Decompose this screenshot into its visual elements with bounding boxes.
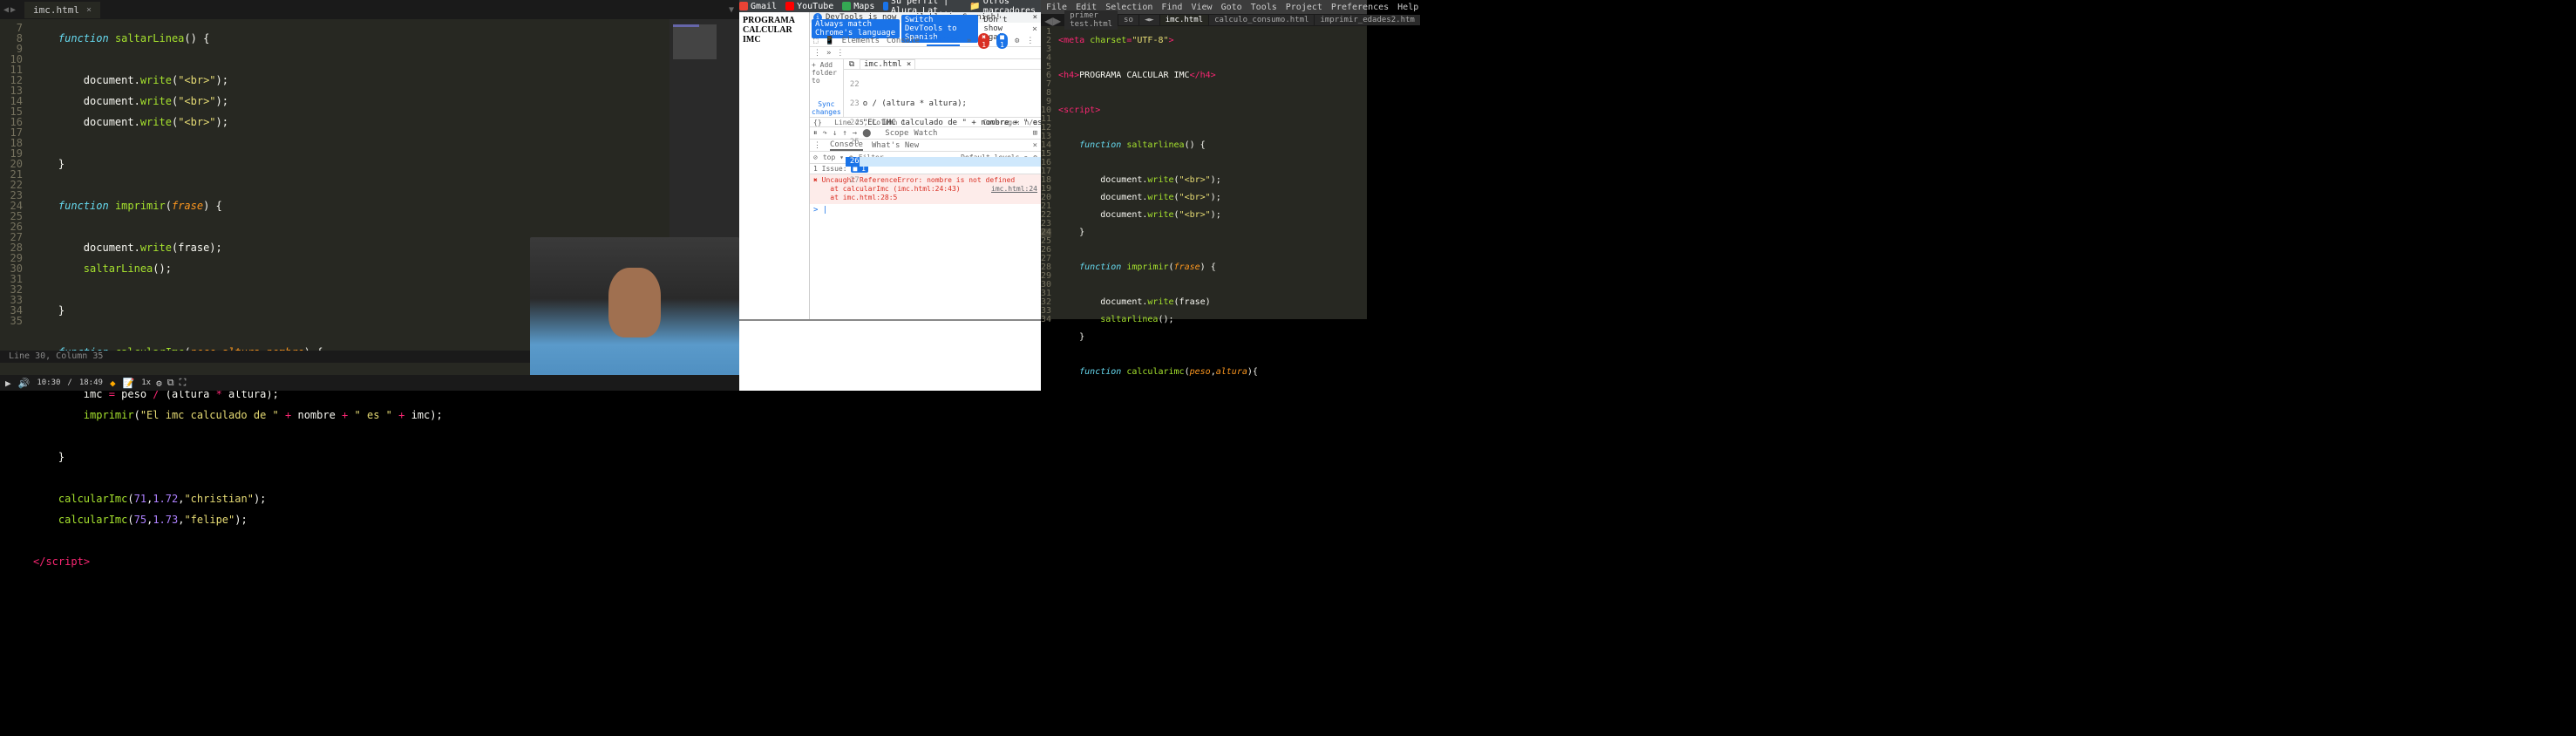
tab-elements[interactable]: Elements [842, 37, 880, 45]
close-icon[interactable]: × [86, 5, 92, 15]
sources-nav: + Add folder to Sync changes [810, 59, 844, 117]
devtools-lang-bar: Always match Chrome's language Switch De… [810, 23, 1041, 35]
device-icon[interactable]: 📱 [825, 37, 834, 45]
tab-nav-right-icon[interactable]: ▶ [10, 5, 16, 15]
menu-tools[interactable]: Tools [1251, 3, 1277, 12]
issues-label: 1 Issue: [813, 165, 847, 173]
kebab-icon[interactable]: ⋮ [813, 141, 821, 150]
menu-goto[interactable]: Goto [1221, 3, 1242, 12]
menu-find[interactable]: Find [1161, 3, 1182, 12]
cursor-position: Line 30, Column 35 [9, 351, 103, 361]
tabs-dropdown-icon[interactable]: ▼ [729, 5, 734, 15]
menu-preferences[interactable]: Preferences [1331, 3, 1389, 12]
browser-blank-area [739, 319, 1041, 391]
editor-tabs-bar: ◀ ▶ imc.html × ▼ [0, 0, 739, 19]
speed-label[interactable]: 1x [141, 378, 151, 387]
add-folder-button[interactable]: + Add folder to [812, 61, 841, 85]
tab-sources[interactable]: Sources [927, 36, 960, 46]
bookmark-youtube[interactable]: YouTube [785, 2, 833, 11]
tab-nav: ◀ ▶ [0, 5, 24, 15]
bookmarks-bar: Gmail YouTube Maps Su perfil | Alura Lat… [739, 0, 1041, 12]
sync-changes-link[interactable]: Sync changes [812, 100, 841, 116]
fullscreen-icon[interactable]: ⛶ [180, 377, 187, 389]
line-gutter: 7891011121314151617181920212223242526272… [0, 19, 28, 363]
error-count-badge[interactable]: ✖ 1 [978, 33, 989, 49]
kebab-icon[interactable]: ⋮ [1026, 37, 1034, 45]
more-icon[interactable]: ⋮ [836, 49, 844, 58]
pip-icon[interactable]: ⧉ [167, 377, 174, 389]
sources-toolbar: ⋮ » ⋮ [810, 47, 1041, 59]
note-icon[interactable]: 📝 [123, 378, 135, 389]
play-icon[interactable]: ▶ [5, 378, 11, 389]
editor-tab-2[interactable]: ◄► [1139, 15, 1159, 25]
step-into-icon[interactable]: ↓ [833, 129, 837, 138]
editor-tab-5[interactable]: imprimir_edades2.htm [1315, 15, 1419, 25]
line-gutter: 1234567891011121314151617181920212223242… [1041, 26, 1055, 319]
menu-project[interactable]: Project [1286, 3, 1322, 12]
folder-icon: 📁 [969, 2, 980, 11]
gear-icon[interactable]: ⚙ [1015, 37, 1019, 45]
right-code-editor: File Edit Selection Find View Goto Tools… [1041, 0, 1367, 319]
time-current: 10:30 [37, 378, 60, 387]
tab-nav-left-icon[interactable]: ◀ [3, 5, 9, 15]
time-sep: / [67, 378, 71, 387]
kebab-icon[interactable]: ⋮ [813, 49, 821, 58]
braces-icon[interactable]: {} [813, 119, 822, 126]
close-icon[interactable]: × [907, 60, 911, 69]
close-icon[interactable]: × [1032, 24, 1039, 34]
step-over-icon[interactable]: ↷ [823, 129, 827, 138]
marker-icon[interactable]: ◆ [110, 378, 116, 389]
context-dropdown[interactable]: top ▾ [823, 153, 844, 161]
info-count-badge[interactable]: ■ 1 [996, 33, 1008, 49]
volume-icon[interactable]: 🔊 [18, 378, 31, 389]
video-controls: ▶ 🔊 10:30 / 18:49 ◆ 📝 1x ⚙ ⧉ ⛶ [0, 375, 739, 391]
webcam-overlay [530, 237, 739, 391]
console-prompt[interactable]: > | [810, 204, 1041, 216]
nav-tab-icon[interactable]: » [826, 49, 831, 58]
src-tab-file[interactable]: imc.html × [860, 59, 915, 69]
time-total: 18:49 [79, 378, 103, 387]
editor-tabs: ◀▶ primer test.html so ◄► imc.html calcu… [1041, 14, 1367, 26]
tab-console[interactable]: Console [887, 37, 920, 45]
pause-icon[interactable]: ⏸ [813, 129, 818, 138]
editor-tab-1[interactable]: so [1118, 15, 1138, 25]
more-tabs-icon[interactable]: » [967, 37, 971, 45]
prompt-caret: > [813, 206, 818, 215]
menu-view[interactable]: View [1191, 3, 1212, 12]
menu-help[interactable]: Help [1397, 3, 1418, 12]
bookmark-maps[interactable]: Maps [842, 2, 874, 11]
bookmark-gmail[interactable]: Gmail [739, 2, 777, 11]
inspect-icon[interactable]: ⬚ [813, 37, 818, 45]
rendered-page: PROGRAMA CALCULAR IMC [739, 12, 809, 319]
error-icon: ✖ [813, 176, 818, 184]
editor-tab-4[interactable]: calculo_consumo.html [1209, 15, 1314, 25]
editor-tab-3[interactable]: imc.html [1160, 15, 1208, 25]
src-tab-square[interactable]: ⧉ [846, 60, 858, 69]
page-heading: PROGRAMA CALCULAR IMC [743, 16, 805, 44]
settings-icon[interactable]: ⚙ [156, 378, 162, 389]
editor-tab-imc[interactable]: imc.html × [24, 2, 100, 18]
tab-label: imc.html [33, 4, 79, 16]
close-icon[interactable]: × [1033, 13, 1037, 22]
clear-icon[interactable]: ⊘ [813, 153, 818, 161]
code-area[interactable]: <meta charset="UTF-8"> <h4>PROGRAMA CALC… [1055, 26, 1403, 319]
devtools-panel: i DevTools is now available in Spanish! … [809, 12, 1041, 319]
black-region [739, 391, 2576, 736]
